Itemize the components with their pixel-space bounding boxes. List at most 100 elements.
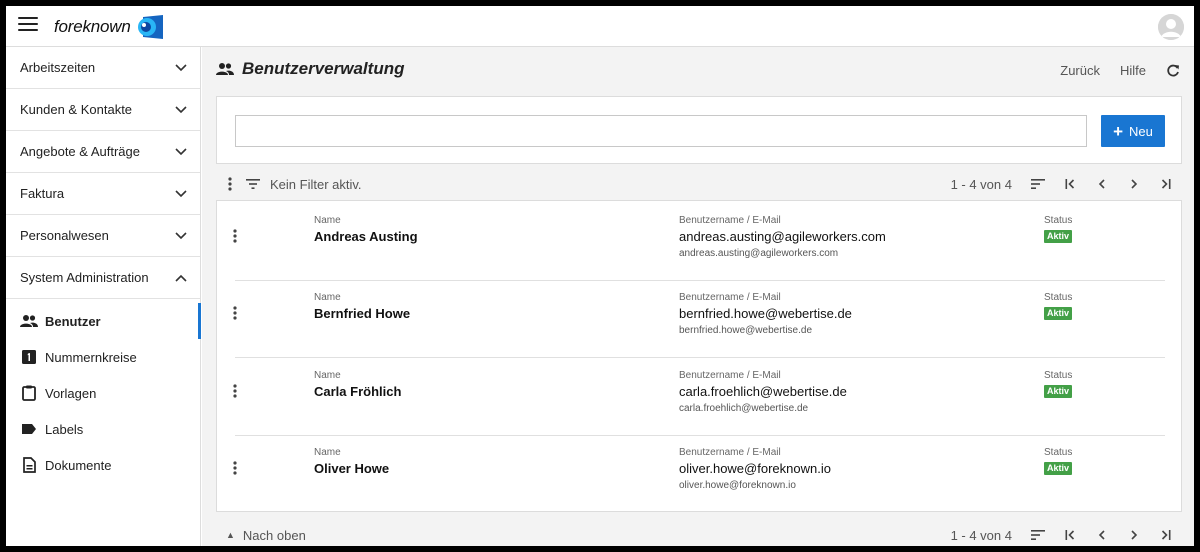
username-label: Benutzername / E-Mail (679, 215, 781, 226)
next-page-button[interactable] (1118, 530, 1150, 540)
menu-icon[interactable] (18, 17, 38, 35)
name-label: Name (314, 447, 341, 458)
chevron-left-icon (1098, 530, 1105, 540)
first-page-button[interactable] (1054, 530, 1086, 540)
page-info: 1 - 4 von 4 (950, 527, 1012, 543)
sidebar-group-system-administration[interactable]: System Administration (6, 257, 200, 299)
sidebar-item-label: Benutzer (45, 313, 101, 329)
page-header: Benutzerverwaltung (216, 59, 404, 79)
list-item[interactable]: Name Bernfried Howe Benutzername / E-Mai… (233, 280, 1165, 358)
first-page-icon (1065, 179, 1075, 189)
app-window: foreknown Arbeitszeiten Kunden & Kontakt… (6, 6, 1194, 546)
avatar[interactable] (1158, 14, 1184, 40)
more-vertical-icon[interactable] (233, 306, 237, 320)
first-page-button[interactable] (1054, 179, 1086, 189)
logo[interactable]: foreknown (54, 15, 165, 39)
status-label: Status (1044, 292, 1073, 303)
sidebar-group-personalwesen[interactable]: Personalwesen (6, 215, 200, 257)
status-badge: Aktiv (1044, 307, 1073, 320)
help-link[interactable]: Hilfe (1120, 63, 1146, 78)
more-vertical-icon[interactable] (233, 384, 237, 398)
plus-icon: + (1113, 121, 1124, 141)
previous-page-button[interactable] (1086, 530, 1118, 540)
last-page-button[interactable] (1150, 530, 1182, 540)
more-vertical-icon[interactable] (228, 177, 232, 191)
top-bar: foreknown (6, 6, 1194, 47)
list-item[interactable]: Name Oliver Howe Benutzername / E-Mail o… (233, 435, 1165, 513)
clipboard-icon (22, 385, 36, 401)
sidebar-group-faktura[interactable]: Faktura (6, 173, 200, 215)
search-input[interactable] (235, 115, 1087, 147)
new-button-label: Neu (1129, 123, 1153, 139)
sidebar-item-dokumente[interactable]: Dokumente (6, 447, 200, 483)
pager-bottom: 1 - 4 von 4 (951, 523, 1182, 546)
chevron-down-icon (175, 231, 187, 239)
sort-icon (1031, 179, 1045, 189)
sidebar-group-label: Faktura (20, 186, 65, 201)
sidebar-item-label: Vorlagen (45, 385, 97, 401)
page-info: 1 - 4 von 4 (950, 176, 1012, 192)
triangle-up-icon: ▲ (226, 530, 235, 540)
sidebar-item-vorlagen[interactable]: Vorlagen (6, 375, 200, 411)
people-icon (216, 63, 234, 75)
status-badge: Aktiv (1044, 462, 1073, 475)
username-label: Benutzername / E-Mail (679, 447, 781, 458)
user-email: bernfried.howe@webertise.de (679, 325, 813, 336)
chevron-right-icon (1131, 179, 1138, 189)
sidebar-group-label: Arbeitszeiten (20, 60, 96, 75)
username-label: Benutzername / E-Mail (679, 292, 781, 303)
label-icon (22, 424, 36, 434)
user-name: Bernfried Howe (314, 306, 411, 321)
people-icon (20, 315, 38, 327)
last-page-icon (1161, 179, 1171, 189)
last-page-icon (1161, 530, 1171, 540)
filter-icon[interactable] (246, 179, 260, 189)
new-button[interactable]: + Neu (1101, 115, 1165, 147)
sidebar-group-angebote-auftraege[interactable]: Angebote & Aufträge (6, 131, 200, 173)
name-label: Name (314, 370, 341, 381)
sidebar-group-kunden-kontakte[interactable]: Kunden & Kontakte (6, 89, 200, 131)
status-label: Status (1044, 370, 1073, 381)
sidebar-item-benutzer[interactable]: Benutzer (6, 303, 201, 339)
back-link[interactable]: Zurück (1060, 63, 1100, 78)
sort-button[interactable] (1022, 179, 1054, 189)
list-item[interactable]: Name Carla Fröhlich Benutzername / E-Mai… (233, 358, 1165, 436)
name-label: Name (314, 292, 341, 303)
user-username: andreas.austing@agileworkers.com (679, 229, 886, 244)
sidebar-item-nummernkreise[interactable]: Nummernkreise (6, 339, 200, 375)
chevron-up-icon (175, 274, 187, 282)
sidebar-group-label: Kunden & Kontakte (20, 102, 133, 117)
chevron-down-icon (175, 147, 187, 155)
user-list: Name Andreas Austing Benutzername / E-Ma… (216, 200, 1182, 512)
sidebar-group-arbeitszeiten[interactable]: Arbeitszeiten (6, 47, 200, 89)
main-content: Benutzerverwaltung Zurück Hilfe + Neu Ke… (202, 47, 1194, 546)
refresh-button[interactable] (1166, 64, 1180, 78)
status-badge: Aktiv (1044, 230, 1073, 243)
pager-top: 1 - 4 von 4 (951, 172, 1182, 196)
number-one-icon (22, 350, 36, 364)
list-footer: ▲ Nach oben 1 - 4 von 4 (216, 523, 1182, 546)
next-page-button[interactable] (1118, 179, 1150, 189)
sidebar-item-labels[interactable]: Labels (6, 411, 200, 447)
chevron-down-icon (175, 105, 187, 113)
user-avatar-icon (1158, 14, 1184, 40)
sort-button[interactable] (1022, 530, 1054, 540)
sidebar-group-label: Personalwesen (20, 228, 109, 243)
status-label: Status (1044, 447, 1073, 458)
search-card: + Neu (216, 96, 1182, 164)
sidebar: Arbeitszeiten Kunden & Kontakte Angebote… (6, 47, 201, 546)
last-page-button[interactable] (1150, 179, 1182, 189)
list-toolbar: Kein Filter aktiv. 1 - 4 von 4 (216, 172, 1182, 196)
name-label: Name (314, 215, 341, 226)
chevron-down-icon (175, 63, 187, 71)
user-username: bernfried.howe@webertise.de (679, 306, 852, 321)
user-username: carla.froehlich@webertise.de (679, 384, 847, 399)
first-page-icon (1065, 530, 1075, 540)
previous-page-button[interactable] (1086, 179, 1118, 189)
more-vertical-icon[interactable] (233, 229, 237, 243)
list-item[interactable]: Name Andreas Austing Benutzername / E-Ma… (233, 203, 1165, 281)
document-icon (22, 457, 36, 473)
more-vertical-icon[interactable] (233, 461, 237, 475)
scroll-to-top-button[interactable]: ▲ Nach oben (226, 528, 306, 543)
user-email: andreas.austing@agileworkers.com (679, 248, 839, 259)
